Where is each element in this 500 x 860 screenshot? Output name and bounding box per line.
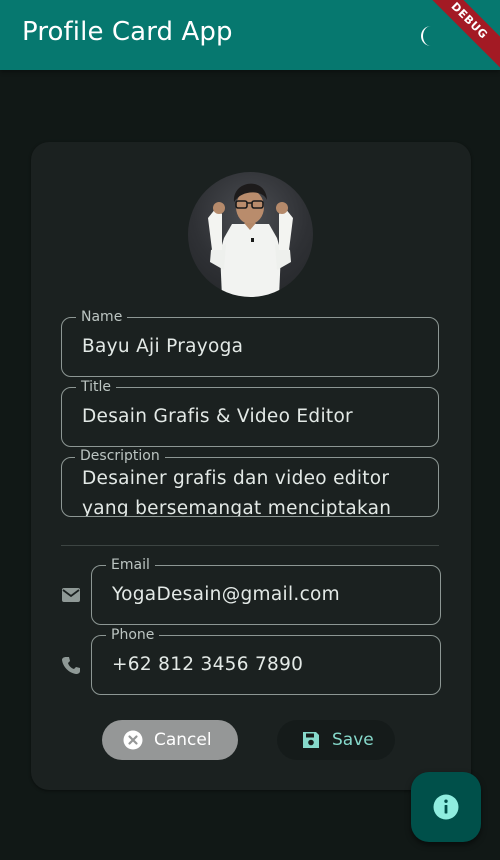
email-value: YogaDesain@gmail.com — [112, 584, 340, 605]
description-label: Description — [75, 447, 165, 465]
cancel-circle-icon — [123, 730, 143, 750]
email-field[interactable]: Email YogaDesain@gmail.com — [91, 556, 441, 625]
divider — [61, 545, 439, 546]
name-label: Name — [76, 308, 128, 326]
cancel-button[interactable]: Cancel — [102, 720, 238, 760]
title-label: Title — [76, 378, 117, 396]
phone-field[interactable]: Phone +62 812 3456 7890 — [91, 626, 441, 695]
profile-photo-illustration — [208, 183, 293, 297]
phone-icon — [62, 657, 80, 674]
phone-value: +62 812 3456 7890 — [112, 654, 304, 675]
name-field[interactable]: Name Bayu Aji Prayoga — [61, 308, 439, 377]
app-bar: Profile Card App DEBUG — [0, 0, 500, 70]
email-icon — [62, 588, 80, 602]
save-label: Save — [332, 730, 374, 750]
info-icon — [433, 794, 459, 820]
save-button[interactable]: Save — [277, 720, 395, 760]
dark-mode-moon-icon[interactable] — [414, 22, 442, 50]
description-field[interactable]: Desainer grafis dan video editor yang be… — [61, 457, 439, 517]
name-value: Bayu Aji Prayoga — [82, 336, 244, 357]
phone-label: Phone — [106, 626, 160, 644]
profile-card: Name Bayu Aji Prayoga Title Desain Grafi… — [31, 142, 471, 790]
app-title: Profile Card App — [22, 17, 233, 47]
cancel-label: Cancel — [154, 730, 212, 750]
description-value: Desainer grafis dan video editor yang be… — [82, 468, 392, 517]
info-fab[interactable] — [411, 772, 481, 842]
email-label: Email — [106, 556, 155, 574]
title-value: Desain Grafis & Video Editor — [82, 406, 353, 427]
save-icon — [303, 732, 319, 748]
title-field[interactable]: Title Desain Grafis & Video Editor — [61, 378, 439, 447]
profile-avatar — [188, 172, 313, 297]
